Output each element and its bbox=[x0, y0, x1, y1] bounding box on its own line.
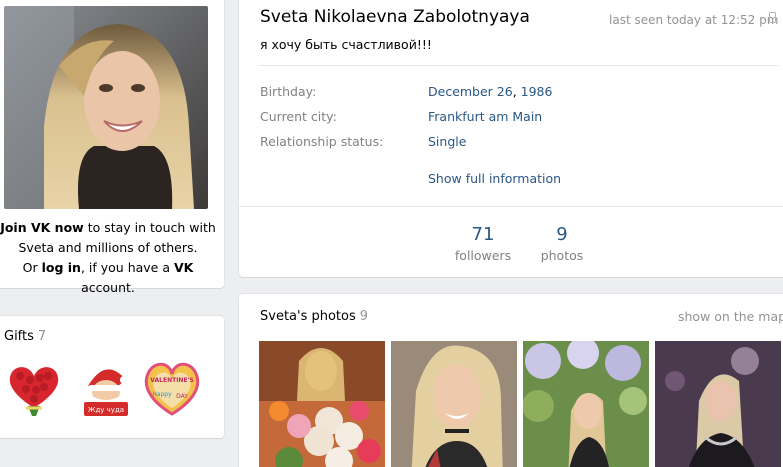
last-seen-text: last seen today at 12:52 pm bbox=[609, 13, 779, 27]
relationship-link[interactable]: Single bbox=[428, 134, 466, 149]
photo-thumbnail[interactable] bbox=[259, 341, 385, 467]
show-full-info-link[interactable]: Show full information bbox=[428, 171, 561, 186]
photos-label: photos bbox=[540, 248, 584, 263]
relationship-label: Relationship status: bbox=[260, 134, 384, 149]
gifts-count: 7 bbox=[37, 329, 47, 344]
birthday-day-link[interactable]: December 26 bbox=[428, 84, 513, 99]
photos-card: Sveta's photos 9 show on the map bbox=[239, 294, 783, 467]
join-vk-link[interactable]: Join VK now bbox=[0, 220, 84, 235]
svg-text:Жду чуда: Жду чуда bbox=[88, 406, 124, 414]
avatar-photo bbox=[4, 6, 208, 209]
svg-text:DAY: DAY bbox=[176, 393, 188, 400]
gifts-card: Gifts 7 Жду чуда VALENTINE'S Happy DAY bbox=[0, 316, 224, 438]
svg-text:Happy: Happy bbox=[152, 391, 172, 398]
heart-roses-gift[interactable] bbox=[2, 356, 66, 420]
gifts-header[interactable]: Gifts 7 bbox=[4, 329, 46, 344]
mobile-icon bbox=[769, 12, 776, 23]
log-in-link[interactable]: log in bbox=[42, 260, 81, 275]
valentines-heart-gift[interactable]: VALENTINE'S Happy DAY bbox=[140, 356, 204, 420]
photo-thumbnail[interactable] bbox=[523, 341, 649, 467]
photos-header-count: 9 bbox=[359, 309, 369, 324]
photos-counter[interactable]: 9 photos bbox=[522, 224, 602, 263]
santa-icon: Жду чуда bbox=[84, 369, 128, 416]
followers-counter[interactable]: 71 followers bbox=[443, 224, 523, 263]
city-link[interactable]: Frankfurt am Main bbox=[428, 109, 542, 124]
photo-night bbox=[655, 341, 781, 467]
photos-count: 9 bbox=[556, 224, 568, 245]
valentine-heart-icon: VALENTINE'S Happy DAY bbox=[144, 362, 200, 416]
join-prompt: Join VK now to stay in touch with Sveta … bbox=[0, 220, 216, 295]
photo-thumbnail[interactable] bbox=[655, 341, 781, 467]
profile-name: Sveta Nikolaevna Zabolotnyaya bbox=[260, 7, 530, 27]
birthday-label: Birthday: bbox=[260, 84, 317, 99]
photos-header[interactable]: Sveta's photos 9 bbox=[260, 309, 368, 324]
divider bbox=[259, 65, 779, 66]
heart-roses-icon bbox=[9, 367, 59, 416]
santa-gift[interactable]: Жду чуда bbox=[74, 356, 138, 420]
photo-garden bbox=[523, 341, 649, 467]
photo-flowers bbox=[259, 341, 385, 467]
city-label: Current city: bbox=[260, 109, 337, 124]
profile-avatar[interactable] bbox=[4, 6, 208, 209]
show-on-map-link[interactable]: show on the map bbox=[678, 309, 783, 324]
followers-label: followers bbox=[454, 248, 512, 263]
profile-status: я хочу быть счастливой!!! bbox=[260, 37, 432, 52]
divider bbox=[239, 206, 783, 207]
profile-info-card: Sveta Nikolaevna Zabolotnyaya last seen … bbox=[239, 0, 783, 277]
birthday-value: December 26, 1986 bbox=[428, 84, 553, 99]
svg-text:VALENTINE'S: VALENTINE'S bbox=[150, 377, 193, 384]
followers-count: 71 bbox=[471, 224, 495, 245]
profile-card: Join VK now to stay in touch with Sveta … bbox=[0, 0, 224, 295]
photo-portrait bbox=[391, 341, 517, 467]
photo-thumbnail[interactable] bbox=[391, 341, 517, 467]
birthday-year-link[interactable]: 1986 bbox=[521, 84, 553, 99]
